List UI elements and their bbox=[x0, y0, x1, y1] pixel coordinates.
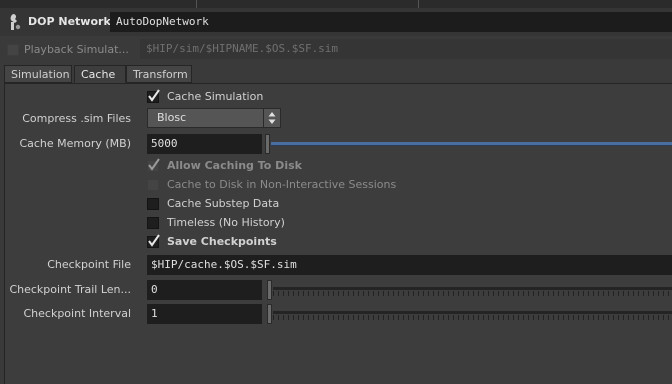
cache-substep-label: Cache Substep Data bbox=[167, 197, 280, 210]
non-interactive-checkbox[interactable] bbox=[147, 179, 159, 191]
playback-simulation-label: Playback Simulat... bbox=[24, 43, 129, 56]
top-strip bbox=[0, 0, 672, 8]
cache-memory-slider-track[interactable] bbox=[271, 142, 672, 145]
checkpoint-interval-slider-track[interactable] bbox=[273, 311, 672, 314]
cache-simulation-label: Cache Simulation bbox=[167, 90, 264, 103]
compress-dropdown[interactable]: Blosc bbox=[147, 108, 281, 128]
checkpoint-trail-slider-track[interactable] bbox=[273, 287, 672, 290]
cache-memory-slider-handle[interactable] bbox=[265, 134, 270, 154]
allow-caching-checkbox[interactable] bbox=[147, 158, 160, 172]
cache-memory-field[interactable]: 5000 bbox=[147, 134, 262, 154]
non-interactive-label: Cache to Disk in Non-Interactive Session… bbox=[167, 178, 397, 191]
checkpoint-trail-label: Checkpoint Trail Len... bbox=[9, 283, 131, 296]
checkpoint-trail-field[interactable]: 0 bbox=[147, 280, 262, 300]
compress-label: Compress .sim Files bbox=[22, 112, 131, 125]
checkpoint-trail-slider-handle[interactable] bbox=[267, 280, 272, 300]
slider-ticks bbox=[273, 291, 672, 296]
checkmark-icon bbox=[148, 89, 160, 102]
tab-simulation[interactable]: Simulation bbox=[4, 65, 72, 83]
checkpoint-interval-slider-handle[interactable] bbox=[267, 304, 272, 324]
cache-memory-label: Cache Memory (MB) bbox=[19, 137, 131, 150]
save-checkpoints-checkbox[interactable] bbox=[147, 234, 160, 248]
checkpoint-interval-label: Checkpoint Interval bbox=[23, 307, 131, 320]
timeless-checkbox[interactable] bbox=[147, 217, 159, 229]
node-name-field[interactable]: AutoDopNetwork bbox=[110, 12, 672, 32]
divider bbox=[196, 0, 197, 8]
checkmark-icon bbox=[148, 158, 160, 171]
allow-caching-label: Allow Caching To Disk bbox=[167, 159, 302, 172]
tab-cache[interactable]: Cache bbox=[74, 65, 126, 83]
checkmark-icon bbox=[148, 234, 160, 247]
divider bbox=[418, 0, 419, 8]
dop-network-icon bbox=[10, 14, 21, 30]
node-type-label: DOP Network bbox=[28, 15, 111, 28]
updown-arrows-icon bbox=[263, 108, 281, 128]
checkpoint-file-label: Checkpoint File bbox=[47, 258, 131, 271]
compress-value: Blosc bbox=[157, 111, 187, 124]
cache-panel bbox=[4, 83, 672, 384]
playback-path-field[interactable]: $HIP/sim/$HIPNAME.$OS.$SF.sim bbox=[140, 39, 672, 59]
save-checkpoints-label: Save Checkpoints bbox=[167, 235, 277, 248]
timeless-label: Timeless (No History) bbox=[167, 216, 285, 229]
playback-simulation-checkbox[interactable] bbox=[7, 44, 19, 56]
checkpoint-interval-field[interactable]: 1 bbox=[147, 304, 262, 324]
checkpoint-file-field[interactable]: $HIP/cache.$OS.$SF.sim bbox=[147, 255, 672, 275]
tab-transform[interactable]: Transform bbox=[126, 65, 192, 83]
cache-substep-checkbox[interactable] bbox=[147, 198, 159, 210]
slider-ticks bbox=[273, 315, 672, 320]
cache-simulation-checkbox[interactable] bbox=[147, 89, 160, 103]
